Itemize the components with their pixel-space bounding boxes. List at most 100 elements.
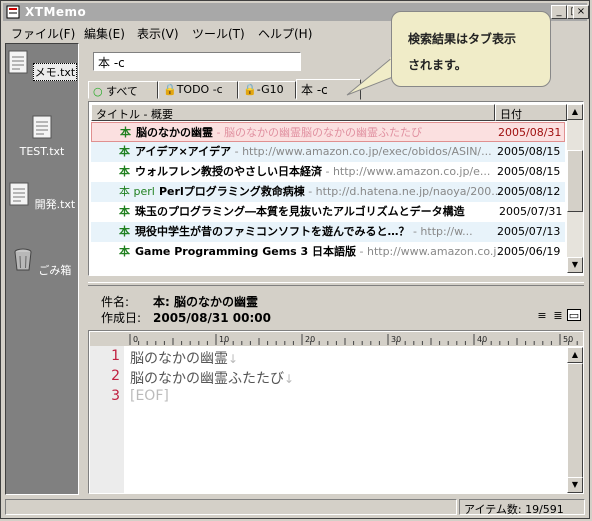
memo-list: タイトル - 概要 日付 本 脳のなかの幽霊 - 脳のなかの幽霊脳のなかの幽霊ふ…: [88, 101, 584, 276]
search-input[interactable]: 本 -c: [93, 52, 301, 71]
tab-label: すべて: [106, 85, 138, 98]
list-scrollbar[interactable]: ▲ ▼: [567, 104, 583, 273]
book-icon: 本: [119, 245, 130, 258]
tab-todo[interactable]: 🔒TODO -c: [158, 81, 238, 99]
menu-help[interactable]: ヘルプ(H): [258, 25, 312, 42]
tab-all[interactable]: ○ すべて: [88, 81, 158, 99]
scroll-up-icon[interactable]: ▲: [567, 104, 583, 120]
menu-edit[interactable]: 編集(E): [84, 25, 125, 42]
row-summary: - http://d.hatena.ne.jp/naoya/200...: [304, 185, 502, 198]
ruler-label: 40: [477, 335, 487, 344]
tab-label: TODO -c: [176, 83, 223, 96]
table-row[interactable]: 本 脳のなかの幽霊 - 脳のなかの幽霊脳のなかの幽霊ふたたび 2005/08/3…: [91, 122, 565, 142]
table-row[interactable]: 本 珠玉のプログラミング―本質を見抜いたアルゴリズムとデータ構造 2005/07…: [91, 202, 565, 222]
column-date[interactable]: 日付: [495, 104, 567, 121]
close-icon[interactable]: ×: [573, 5, 589, 19]
book-icon: 本: [119, 145, 130, 158]
ruler-label: 0: [133, 335, 138, 344]
row-summary: - http://www.amazon.co.j...: [356, 245, 507, 258]
row-date: 2005/06/19: [497, 245, 561, 258]
column-title[interactable]: タイトル - 概要: [91, 104, 495, 121]
ruler-label: 50: [563, 335, 573, 344]
window-title: XTMemo: [25, 5, 87, 19]
menu-view[interactable]: 表示(V): [137, 25, 179, 42]
status-bar: アイテム数: 19/591: [3, 499, 587, 517]
sidebar-item-trash[interactable]: ごみ箱: [6, 248, 78, 278]
subject-value: 本: 脳のなかの幽霊: [153, 295, 258, 309]
menu-file[interactable]: ファイル(F): [11, 25, 75, 42]
table-row[interactable]: 本 Game Programming Gems 3 日本語版 - http://…: [91, 242, 565, 262]
list-header: タイトル - 概要 日付: [91, 104, 567, 121]
app-icon: [6, 5, 20, 19]
subject-row: 件名: 本: 脳のなかの幽霊: [101, 293, 258, 310]
sidebar-item-memo[interactable]: メモ.txt: [6, 50, 78, 81]
book-icon: 本: [120, 126, 131, 139]
row-date: 2005/08/15: [497, 145, 561, 158]
app-window: XTMemo _ □ × ファイル(F) 編集(E) 表示(V) ツール(T) …: [0, 0, 590, 519]
memo-editor[interactable]: 0 10 20 30 40 50 1 2 3 脳のなかの幽霊↓ 脳のなかの幽霊ふたたび↓ …: [88, 330, 584, 494]
row-date: 2005/08/15: [497, 165, 561, 178]
subject-label: 件名:: [101, 295, 130, 309]
row-title: 現役中学生が昔のファミコンソフトを遊んでみると…？: [135, 225, 410, 238]
sidebar-item-label: 開発.txt: [34, 198, 76, 211]
lock-icon: 🔒: [163, 83, 177, 96]
table-row[interactable]: 本 現役中学生が昔のファミコンソフトを遊んでみると…？ - http://w..…: [91, 222, 565, 242]
callout-text-2: されます。: [408, 58, 467, 72]
tab-label: 本 -c: [301, 83, 328, 97]
scroll-down-icon[interactable]: ▼: [567, 257, 583, 273]
ruler-label: 20: [305, 335, 315, 344]
created-label: 作成日:: [101, 311, 142, 325]
view-toggle-group: ≡ ≣ ▭: [533, 308, 581, 322]
row-date: 2005/08/31: [498, 126, 562, 139]
scroll-thumb[interactable]: [567, 363, 583, 483]
table-row[interactable]: 本 perl Perlプログラミング救命病棟 - http://d.hatena…: [91, 182, 565, 202]
row-title: Game Programming Gems 3 日本語版: [135, 245, 357, 258]
ruler-label: 10: [219, 335, 229, 344]
editor-line: 脳のなかの幽霊ふたたび↓: [130, 368, 294, 388]
memo-file-icon: [9, 182, 29, 206]
editor-ruler: 0 10 20 30 40 50: [90, 332, 583, 346]
row-summary: - 脳のなかの幽霊脳のなかの幽霊ふたたび: [213, 126, 422, 139]
sidebar-item-dev[interactable]: 開発.txt: [6, 182, 78, 212]
row-title: 脳のなかの幽霊: [136, 126, 213, 139]
row-date: 2005/07/31: [497, 202, 565, 222]
lock-icon: 🔒: [243, 83, 257, 96]
list-view-icon[interactable]: ≡: [535, 310, 549, 322]
memo-file-icon: [8, 50, 28, 74]
eof-marker: [EOF]: [130, 388, 169, 404]
window-view-icon[interactable]: ▭: [567, 309, 581, 322]
row-date: 2005/07/13: [497, 225, 561, 238]
book-icon: 本: [119, 165, 130, 178]
editor-scrollbar[interactable]: ▲ ▼: [567, 347, 583, 493]
book-icon: 本: [119, 225, 130, 238]
sidebar-item-label: TEST.txt: [19, 145, 65, 158]
scroll-thumb[interactable]: [567, 150, 583, 212]
row-title: ウォルフレン教授のやさしい日本経済: [135, 165, 322, 178]
callout-balloon: 検索結果はタブ表示 されます。: [391, 11, 551, 87]
scroll-up-icon[interactable]: ▲: [567, 347, 583, 363]
row-title: Perlプログラミング救命病棟: [159, 185, 305, 198]
line-number-gutter: 1 2 3: [90, 346, 124, 493]
trash-icon: [14, 248, 32, 271]
status-pane-main: [5, 499, 457, 515]
table-row[interactable]: 本 アイデア×アイデア - http://www.amazon.co.jp/ex…: [91, 142, 565, 162]
editor-line: 脳のなかの幽霊↓: [130, 348, 238, 368]
menu-tools[interactable]: ツール(T): [192, 25, 245, 42]
table-row[interactable]: 本 ウォルフレン教授のやさしい日本経済 - http://www.amazon.…: [91, 162, 565, 182]
eol-mark: ↓: [284, 372, 295, 386]
minimize-button[interactable]: _: [551, 5, 567, 19]
memo-sidebar: メモ.txt TEST.txt 開発.txt ごみ箱: [5, 43, 79, 495]
row-title: アイデア×アイデア: [135, 145, 232, 158]
created-value: 2005/08/31 00:00: [153, 311, 271, 325]
tab-g10[interactable]: 🔒-G10: [238, 81, 296, 99]
sidebar-item-test[interactable]: TEST.txt: [6, 115, 78, 158]
tab-label: -G10: [256, 83, 284, 96]
row-title: 珠玉のプログラミング―本質を見抜いたアルゴリズムとデータ構造: [135, 205, 465, 218]
scroll-down-icon[interactable]: ▼: [567, 477, 583, 493]
row-summary: - http://www.amazon.co.jp/e...: [322, 165, 491, 178]
row-date: 2005/08/12: [497, 185, 561, 198]
created-row: 作成日: 2005/08/31 00:00: [101, 309, 271, 326]
sidebar-item-label: メモ.txt: [32, 63, 78, 81]
wrap-view-icon[interactable]: ≣: [551, 310, 565, 322]
pane-splitter[interactable]: [88, 282, 584, 286]
